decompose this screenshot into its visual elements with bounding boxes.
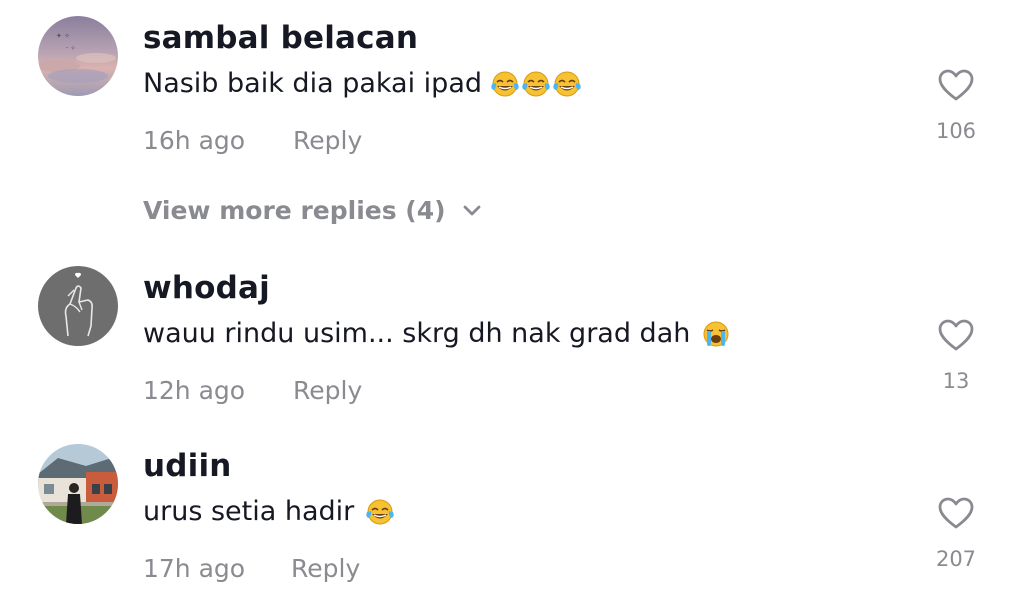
comment-timestamp: 16h ago [143, 126, 246, 155]
comment-text-content: wauu rindu usim... skrg dh nak grad dah [143, 318, 691, 349]
like-button[interactable]: 106 [926, 68, 986, 143]
comment-text: urus setia hadir [143, 496, 396, 527]
chevron-down-icon [463, 205, 480, 215]
comment-text-content: Nasib baik dia pakai ipad [143, 68, 483, 99]
comment-username[interactable]: sambal belacan [143, 20, 418, 56]
avatar[interactable] [38, 266, 118, 346]
face-with-tears-of-joy-icon [551, 69, 583, 99]
emoji-group [490, 69, 583, 99]
comment-text-content: urus setia hadir [143, 496, 355, 527]
avatar[interactable]: ✦ ✧ ᵕ ✧ [38, 16, 118, 96]
avatar[interactable] [38, 444, 118, 524]
comment-text: Nasib baik dia pakai ipad [143, 68, 583, 99]
comment-text: wauu rindu usim... skrg dh nak grad dah [143, 318, 732, 349]
comment-username[interactable]: udiin [143, 448, 232, 484]
reply-button[interactable]: Reply [293, 376, 362, 405]
face-with-tears-of-joy-icon [489, 69, 521, 99]
heart-outline-icon [938, 69, 974, 101]
loudly-crying-face-icon [700, 319, 732, 349]
like-count: 207 [935, 547, 977, 571]
avatar-person-house-image [38, 444, 118, 524]
comment-username[interactable]: whodaj [143, 270, 270, 306]
reply-button[interactable]: Reply [291, 554, 360, 583]
view-more-replies-button[interactable]: View more replies (4) [143, 196, 482, 225]
avatar-finger-heart-image [38, 266, 118, 346]
view-more-replies-label: View more replies (4) [143, 196, 446, 225]
face-with-tears-of-joy-icon [520, 69, 552, 99]
comment-timestamp: 12h ago [143, 376, 246, 405]
like-button[interactable]: 13 [926, 318, 986, 393]
heart-outline-icon [938, 319, 974, 351]
heart-outline-icon [938, 497, 974, 529]
svg-text:ᵕ ✧: ᵕ ✧ [66, 45, 75, 52]
avatar-sunset-sky-image: ✦ ✧ ᵕ ✧ [38, 16, 118, 96]
face-with-tears-of-joy-icon [364, 497, 396, 527]
like-count: 106 [935, 119, 977, 143]
reply-button[interactable]: Reply [293, 126, 362, 155]
like-count: 13 [942, 369, 970, 393]
svg-text:✦ ✧: ✦ ✧ [56, 32, 70, 40]
like-button[interactable]: 207 [926, 496, 986, 571]
comment-timestamp: 17h ago [143, 554, 246, 583]
